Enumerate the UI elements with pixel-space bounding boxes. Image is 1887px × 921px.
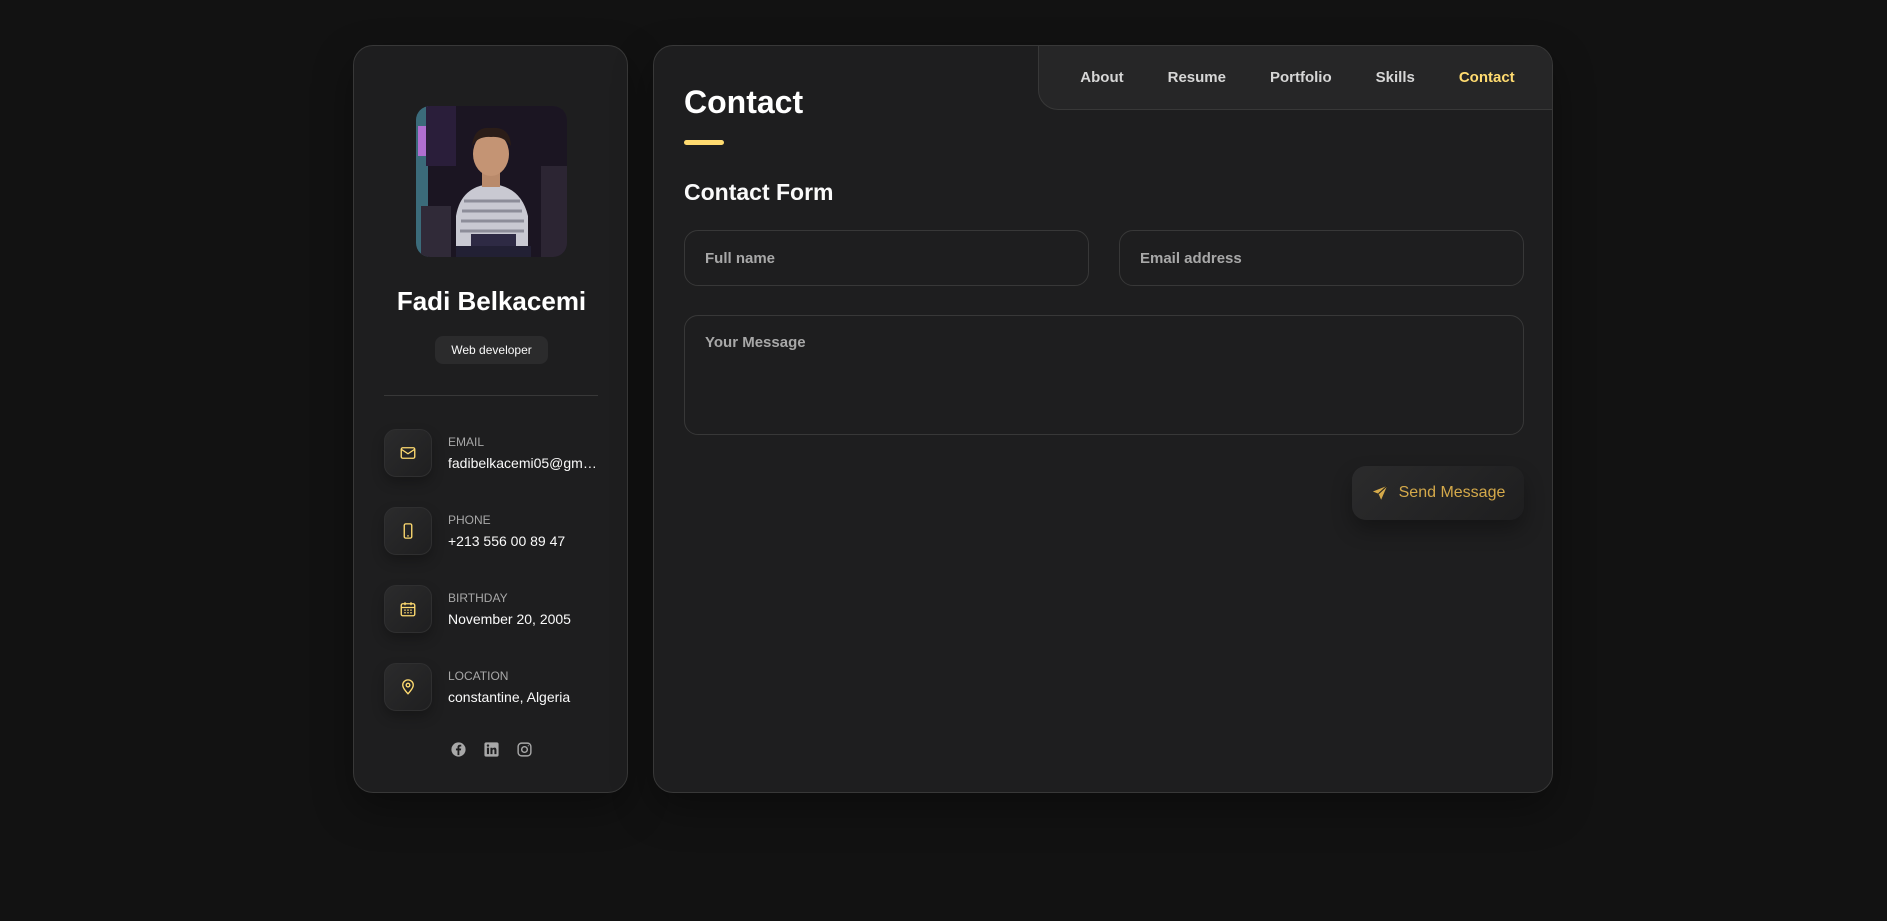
profile-name: Fadi Belkacemi (396, 286, 587, 316)
contact-item-location: Location constantine, Algeria (384, 663, 604, 713)
fullname-input[interactable] (684, 230, 1089, 286)
nav-contact[interactable]: Contact (1459, 69, 1515, 86)
page-title: Contact (684, 84, 804, 120)
phone-icon-box (384, 507, 432, 555)
separator (384, 395, 598, 396)
send-message-button[interactable]: Send Message (1352, 466, 1524, 520)
nav-resume[interactable]: Resume (1168, 69, 1226, 86)
location-pin-icon (402, 679, 414, 695)
linkedin-icon[interactable] (483, 741, 500, 758)
contact-title: Location (448, 669, 509, 683)
contact-item-birthday: Birthday November 20, 2005 (384, 585, 604, 635)
calendar-icon (400, 602, 416, 617)
contact-item-phone: Phone +213 556 00 89 47 (384, 507, 604, 557)
avatar (416, 106, 567, 257)
nav-about[interactable]: About (1080, 69, 1123, 86)
location-icon-box (384, 663, 432, 711)
contact-title: Birthday (448, 591, 508, 605)
form-title: Contact Form (684, 179, 834, 205)
location-value: constantine, Algeria (448, 689, 571, 705)
social-links (354, 741, 629, 758)
nav-skills[interactable]: Skills (1376, 69, 1415, 86)
title-underline (684, 140, 724, 145)
calendar-icon-box (384, 585, 432, 633)
phone-icon (403, 523, 413, 539)
navbar: About Resume Portfolio Skills Contact (1038, 46, 1552, 110)
instagram-icon[interactable] (516, 741, 533, 758)
send-icon (1372, 485, 1388, 500)
mail-icon-box (384, 429, 432, 477)
facebook-icon[interactable] (450, 741, 467, 758)
contact-item-email: Email fadibelkacemi05@gmail.com (384, 429, 604, 479)
email-input[interactable] (1119, 230, 1524, 286)
send-message-label: Send Message (1398, 484, 1506, 501)
message-textarea[interactable] (684, 315, 1524, 435)
contact-title: Phone (448, 513, 491, 527)
birthday-value: November 20, 2005 (448, 611, 571, 627)
mail-icon (400, 447, 416, 459)
nav-portfolio[interactable]: Portfolio (1270, 69, 1332, 86)
main-content: About Resume Portfolio Skills Contact Co… (653, 45, 1553, 793)
contact-title: Email (448, 435, 485, 449)
phone-link[interactable]: +213 556 00 89 47 (448, 533, 600, 549)
role-badge: Web developer (435, 336, 548, 364)
email-link[interactable]: fadibelkacemi05@gmail.com (448, 455, 600, 471)
sidebar: Fadi Belkacemi Web developer Email fadib… (353, 45, 628, 793)
